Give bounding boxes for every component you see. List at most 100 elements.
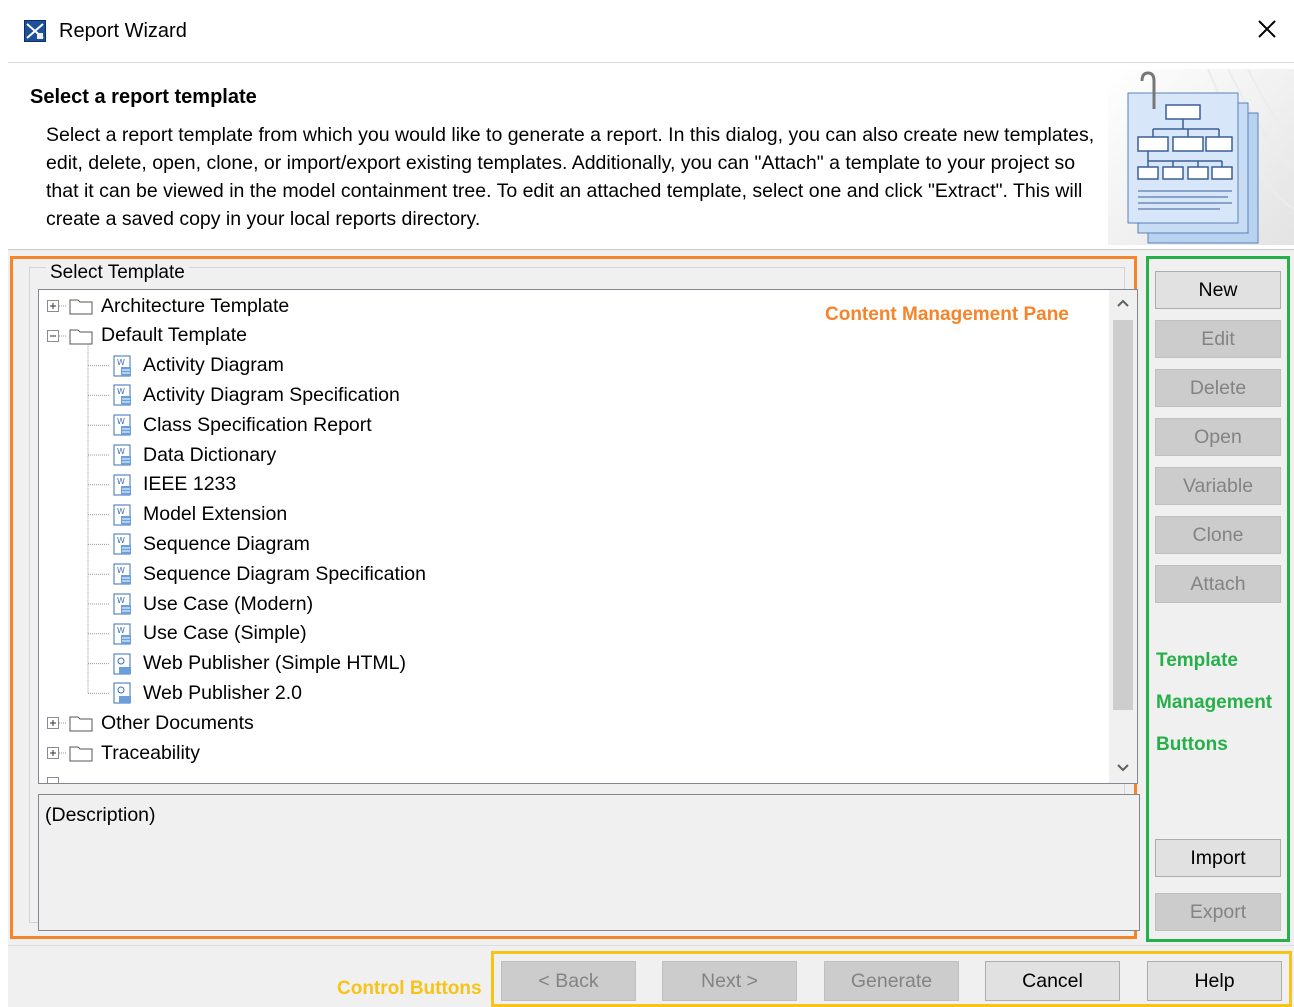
- window-edge: [0, 0, 8, 1007]
- svg-text:W: W: [117, 387, 125, 396]
- tree-item-label: Data Dictionary: [143, 443, 277, 466]
- expand-icon[interactable]: [47, 747, 59, 759]
- back-button[interactable]: < Back: [501, 961, 636, 1001]
- svg-text:W: W: [117, 536, 125, 545]
- tree-template-item[interactable]: W Sequence Diagram Specification: [111, 560, 426, 588]
- new-button[interactable]: New: [1155, 271, 1281, 309]
- tree-item-label: Sequence Diagram Specification: [143, 562, 426, 585]
- control-buttons-pane: < Back Next > Generate Cancel Help: [491, 951, 1292, 1007]
- delete-button[interactable]: Delete: [1155, 369, 1281, 407]
- svg-text:W: W: [117, 626, 125, 635]
- svg-text:W: W: [117, 507, 125, 516]
- next-button[interactable]: Next >: [662, 961, 797, 1001]
- template-buttons-annotation-line1: Template: [1156, 650, 1239, 671]
- cancel-button[interactable]: Cancel: [985, 961, 1120, 1001]
- tree-folder[interactable]: Other Documents: [47, 709, 254, 737]
- scroll-up-icon[interactable]: [1116, 298, 1130, 308]
- report-template-icon: W: [113, 384, 131, 406]
- folder-icon: [69, 746, 93, 762]
- tree-template-item[interactable]: W Data Dictionary: [111, 441, 276, 469]
- tree-scrollbar[interactable]: [1109, 290, 1137, 783]
- report-template-icon: W: [113, 355, 131, 377]
- report-template-icon: W: [113, 533, 131, 555]
- report-documents-illustration: [1108, 69, 1294, 245]
- app-icon: [24, 20, 46, 42]
- tree-item-label: Architecture Template: [101, 294, 290, 317]
- import-button[interactable]: Import: [1155, 839, 1281, 877]
- template-buttons-annotation-line3: Buttons: [1156, 734, 1228, 755]
- wizard-header: Select a report template Select a report…: [8, 63, 1294, 250]
- step-description: Select a report template from which you …: [46, 124, 1095, 230]
- tree-folder-partial: [47, 769, 59, 783]
- tree-item-label: Model Extension: [143, 503, 288, 526]
- attach-button[interactable]: Attach: [1155, 565, 1281, 603]
- tree-template-item[interactable]: Web Publisher 2.0: [111, 679, 302, 707]
- tree-template-item[interactable]: W IEEE 1233: [111, 471, 236, 499]
- close-icon[interactable]: [1254, 16, 1280, 42]
- scroll-down-icon[interactable]: [1116, 763, 1130, 773]
- expand-icon[interactable]: [47, 717, 59, 730]
- svg-text:W: W: [117, 447, 125, 456]
- tree-item-label: Default Template: [101, 324, 247, 347]
- tree-template-item[interactable]: W Model Extension: [111, 501, 287, 529]
- tree-item-label: Traceability: [101, 741, 200, 764]
- svg-text:W: W: [117, 566, 125, 575]
- tree-item-label: Web Publisher (Simple HTML): [143, 652, 406, 675]
- tree-template-item[interactable]: W Activity Diagram Specification: [111, 381, 400, 409]
- template-buttons-annotation-line2: Management: [1156, 692, 1273, 713]
- edit-button[interactable]: Edit: [1155, 320, 1281, 358]
- tree-template-item[interactable]: W Activity Diagram: [111, 352, 284, 380]
- select-template-label: Select Template: [46, 262, 189, 284]
- expand-icon[interactable]: [47, 300, 59, 312]
- report-template-icon: W: [113, 563, 131, 585]
- tree-folder[interactable]: Architecture Template: [47, 292, 289, 320]
- tree-template-item[interactable]: W Use Case (Simple): [111, 620, 307, 648]
- folder-icon: [69, 329, 93, 345]
- web-template-icon: [113, 653, 131, 675]
- generate-button[interactable]: Generate: [824, 961, 959, 1001]
- web-template-icon: [113, 682, 131, 704]
- tree-item-label: Activity Diagram Specification: [143, 383, 400, 406]
- tree-item-label: Activity Diagram: [143, 354, 284, 377]
- report-template-icon: W: [113, 474, 131, 496]
- tree-template-item[interactable]: W Use Case (Modern): [111, 590, 313, 618]
- tree-folder[interactable]: Default Template: [47, 322, 247, 350]
- tree-item-label: Use Case (Modern): [143, 592, 314, 615]
- help-button[interactable]: Help: [1147, 961, 1282, 1001]
- report-template-icon: W: [113, 504, 131, 526]
- title-bar: Report Wizard: [8, 0, 1294, 63]
- tree-item-label: IEEE 1233: [143, 473, 237, 496]
- template-tree[interactable]: Architecture Template Default Template W Ac…: [38, 289, 1138, 784]
- tree-folder[interactable]: Traceability: [47, 739, 200, 767]
- content-pane-annotation: Content Management Pane: [825, 304, 1069, 325]
- svg-text:W: W: [117, 358, 125, 367]
- clone-button[interactable]: Clone: [1155, 516, 1281, 554]
- svg-text:W: W: [117, 596, 125, 605]
- control-buttons-annotation: Control Buttons: [337, 978, 482, 999]
- svg-text:W: W: [117, 417, 125, 426]
- variable-button[interactable]: Variable: [1155, 467, 1281, 505]
- template-management-pane: New Edit Delete Open Variable Clone Atta…: [1146, 256, 1290, 942]
- window-title: Report Wizard: [59, 20, 187, 42]
- footer-separator: [8, 945, 1294, 946]
- scroll-thumb[interactable]: [1113, 320, 1133, 710]
- tree-template-item[interactable]: W Sequence Diagram: [111, 530, 310, 558]
- open-button[interactable]: Open: [1155, 418, 1281, 456]
- report-template-icon: W: [113, 414, 131, 436]
- tree-item-label: Class Specification Report: [143, 413, 372, 436]
- tree-item-label: Use Case (Simple): [143, 622, 307, 645]
- tree-template-item[interactable]: W Class Specification Report: [111, 411, 372, 439]
- step-title: Select a report template: [30, 86, 257, 108]
- description-panel: (Description): [38, 794, 1140, 931]
- report-template-icon: W: [113, 444, 131, 466]
- tree-item-label: Sequence Diagram: [143, 532, 310, 555]
- tree-template-item[interactable]: Web Publisher (Simple HTML): [111, 650, 406, 678]
- svg-text:W: W: [117, 477, 125, 486]
- folder-icon: [69, 716, 93, 732]
- export-button[interactable]: Export: [1155, 893, 1281, 931]
- collapse-icon[interactable]: [47, 329, 59, 342]
- report-template-icon: W: [113, 623, 131, 645]
- report-template-icon: W: [113, 593, 131, 615]
- expand-icon: [47, 776, 59, 783]
- tree-item-label: Other Documents: [101, 711, 254, 734]
